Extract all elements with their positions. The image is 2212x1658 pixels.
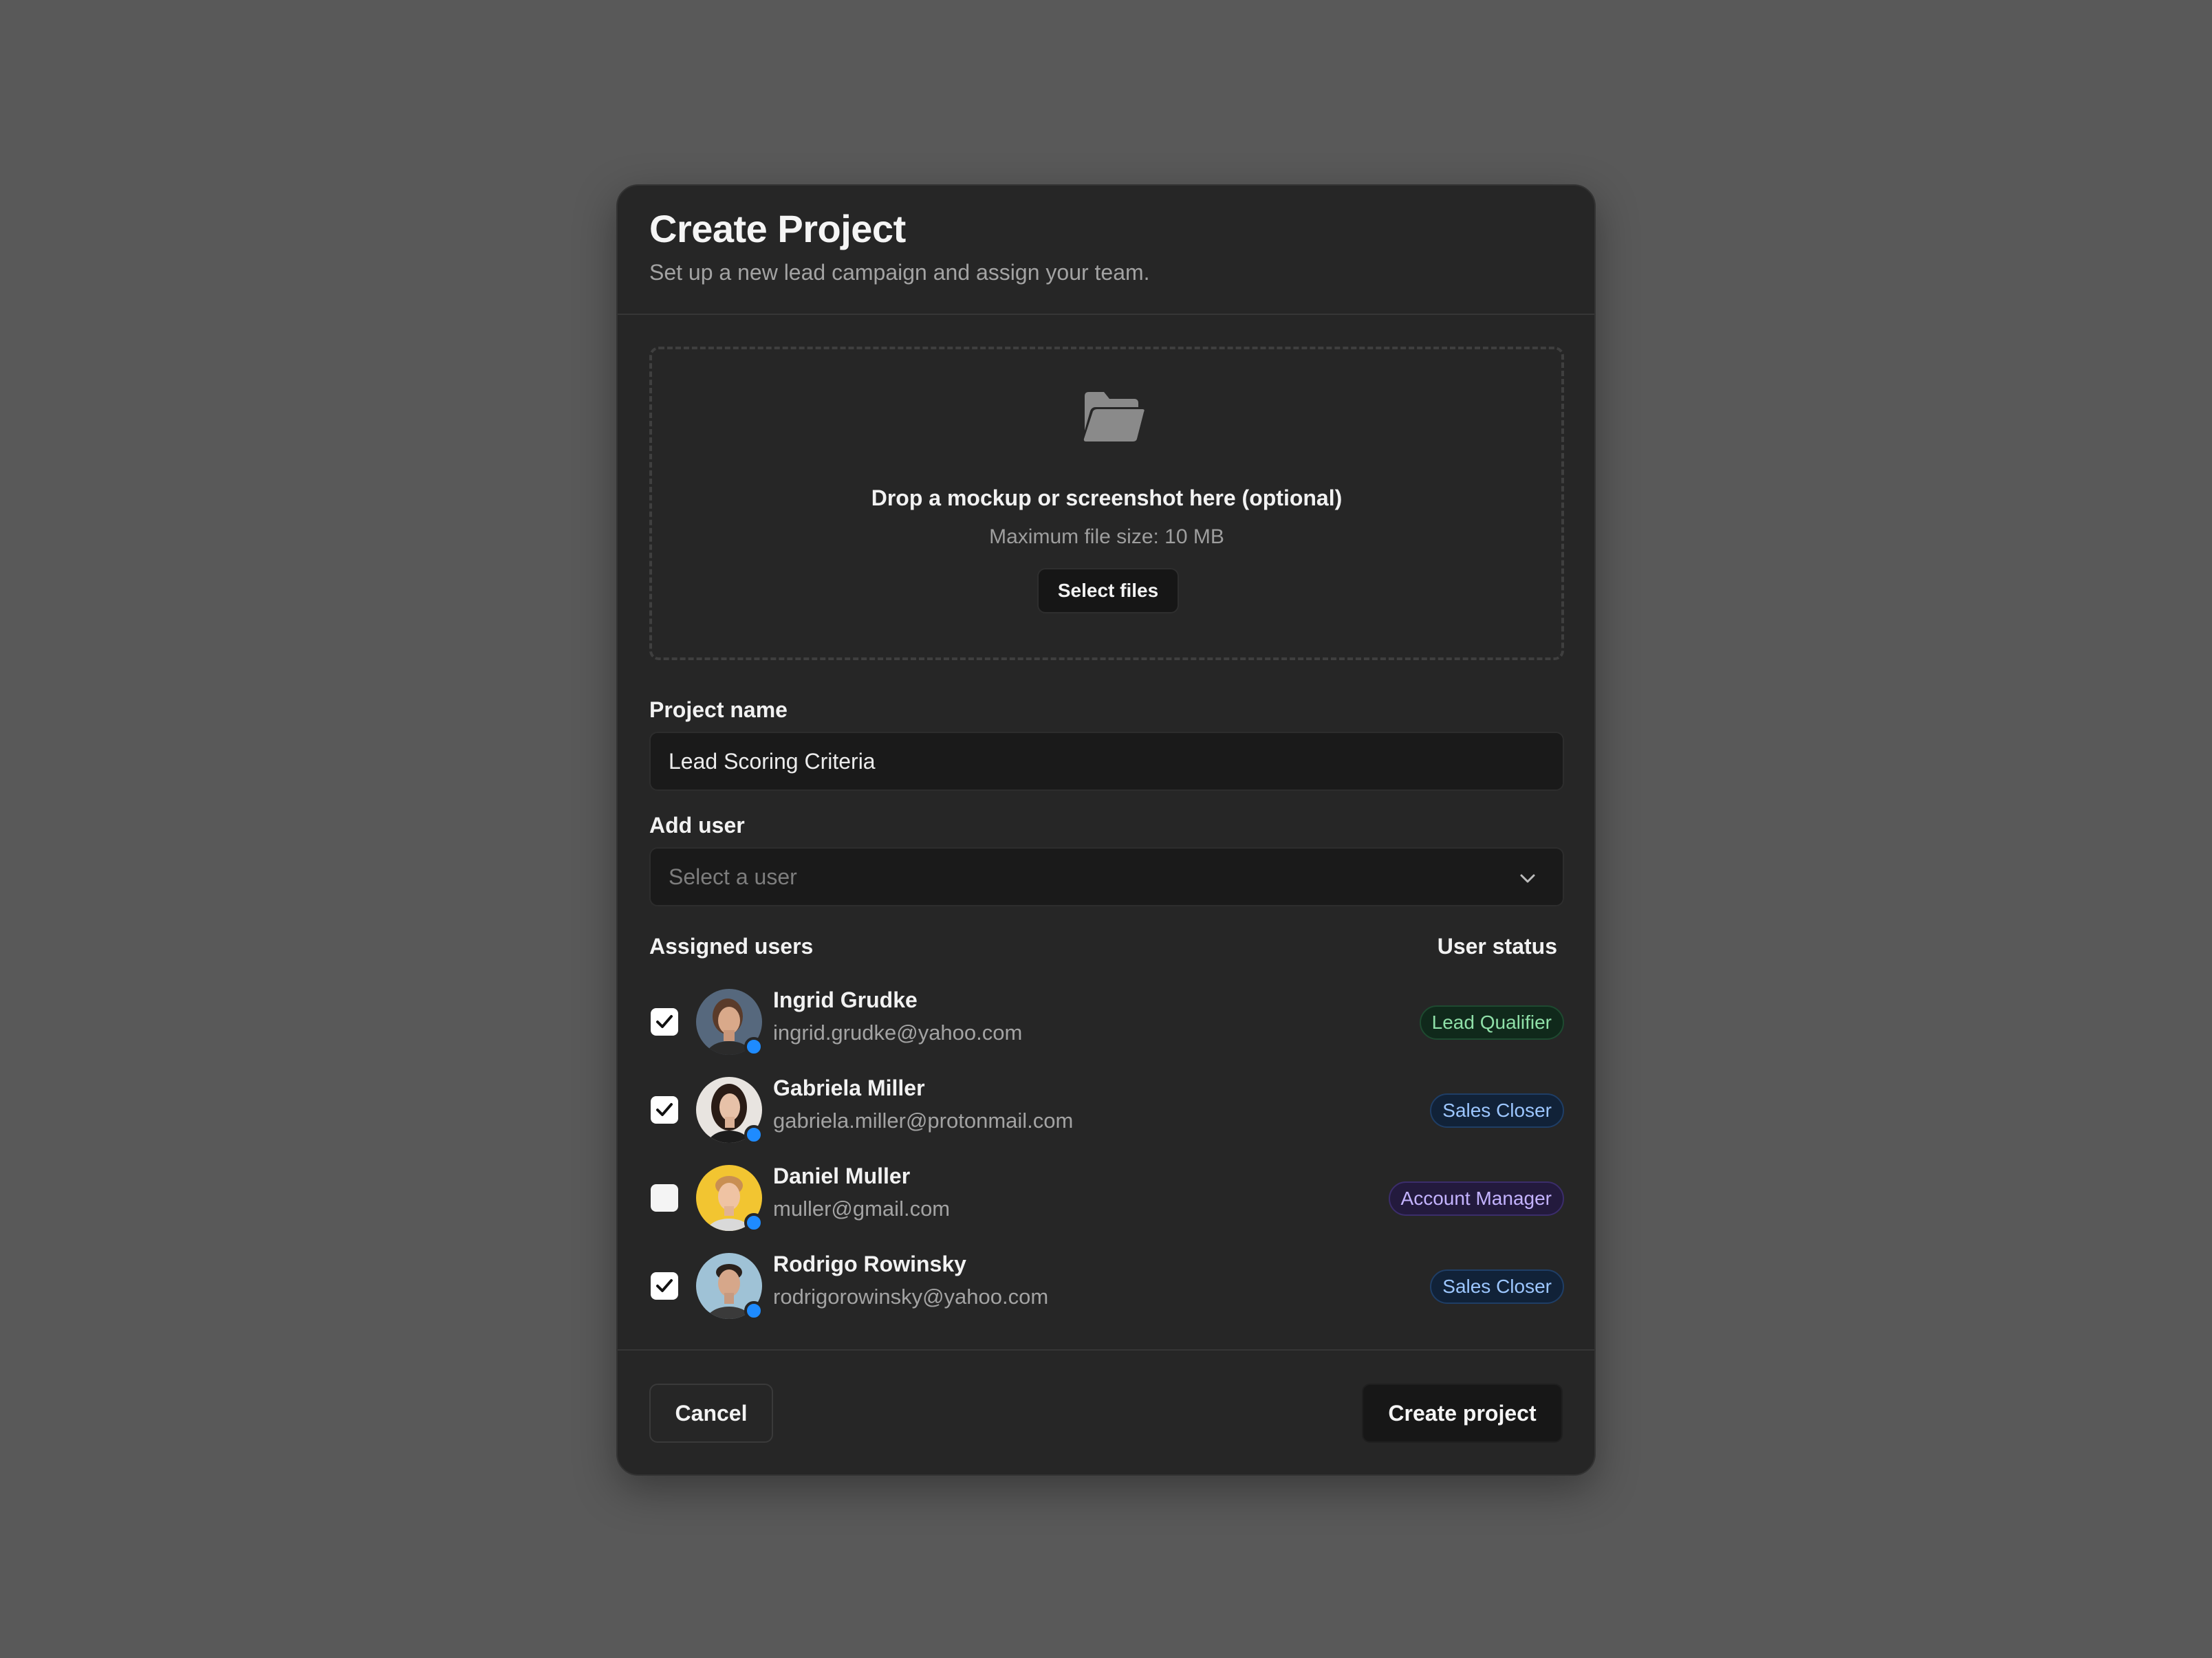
user-checkbox-checked[interactable] <box>651 1272 678 1300</box>
dialog-subtitle: Set up a new lead campaign and assign yo… <box>649 260 1150 285</box>
user-email: muller@gmail.com <box>773 1197 951 1221</box>
create-project-button[interactable]: Create project <box>1362 1384 1563 1443</box>
cancel-button[interactable]: Cancel <box>649 1384 773 1443</box>
role-badge: Sales Closer <box>1430 1269 1564 1304</box>
add-user-placeholder: Select a user <box>669 864 797 889</box>
online-status-dot <box>744 1301 763 1320</box>
role-badge: Account Manager <box>1388 1181 1564 1216</box>
dialog-header: Create Project Set up a new lead campaig… <box>618 186 1594 315</box>
check-icon <box>656 1015 673 1028</box>
online-status-dot <box>744 1037 763 1056</box>
user-name: Daniel Muller <box>773 1164 911 1188</box>
user-email: ingrid.grudke@yahoo.com <box>773 1021 1023 1045</box>
avatar <box>696 989 763 1056</box>
user-checkbox-checked[interactable] <box>651 1096 678 1124</box>
select-files-button[interactable]: Select files <box>1037 568 1179 613</box>
project-name-input[interactable]: Lead Scoring Criteria <box>649 732 1564 791</box>
dialog-footer: Cancel Create project <box>618 1349 1594 1474</box>
user-email: gabriela.miller@protonmail.com <box>773 1109 1074 1133</box>
user-status-heading: User status <box>1437 934 1557 959</box>
user-name: Ingrid Grudke <box>773 988 918 1012</box>
add-user-label: Add user <box>649 813 745 838</box>
avatar <box>696 1165 763 1232</box>
user-name: Gabriela Miller <box>773 1076 925 1100</box>
user-row: Ingrid Grudke ingrid.grudke@yahoo.com Le… <box>649 988 1564 1056</box>
user-name: Rodrigo Rowinsky <box>773 1252 966 1276</box>
online-status-dot <box>744 1213 763 1232</box>
check-icon <box>656 1103 673 1116</box>
file-dropzone[interactable]: Drop a mockup or screenshot here (option… <box>649 347 1564 660</box>
user-checkbox-checked[interactable] <box>651 1008 678 1036</box>
user-row: Rodrigo Rowinsky rodrigorowinsky@yahoo.c… <box>649 1252 1564 1320</box>
add-user-select[interactable]: Select a user <box>649 847 1564 906</box>
dropzone-hint: Maximum file size: 10 MB <box>989 525 1224 548</box>
dialog-title: Create Project <box>649 207 906 250</box>
role-badge: Sales Closer <box>1430 1093 1564 1128</box>
user-email: rodrigorowinsky@yahoo.com <box>773 1285 1049 1309</box>
project-name-label: Project name <box>649 697 788 722</box>
avatar <box>696 1077 763 1144</box>
user-row: Daniel Muller muller@gmail.com Account M… <box>649 1164 1564 1232</box>
project-name-value: Lead Scoring Criteria <box>669 749 876 774</box>
create-project-dialog: Create Project Set up a new lead campaig… <box>616 184 1596 1476</box>
avatar <box>696 1253 763 1320</box>
online-status-dot <box>744 1125 763 1144</box>
folder-open-icon <box>1083 392 1145 441</box>
check-icon <box>656 1279 673 1292</box>
assigned-users-heading: Assigned users <box>649 934 814 959</box>
role-badge: Lead Qualifier <box>1419 1005 1564 1040</box>
user-row: Gabriela Miller gabriela.miller@protonma… <box>649 1076 1564 1144</box>
dropzone-title: Drop a mockup or screenshot here (option… <box>871 486 1343 510</box>
user-checkbox-unchecked[interactable] <box>651 1184 678 1212</box>
chevron-down-icon <box>1520 874 1535 883</box>
